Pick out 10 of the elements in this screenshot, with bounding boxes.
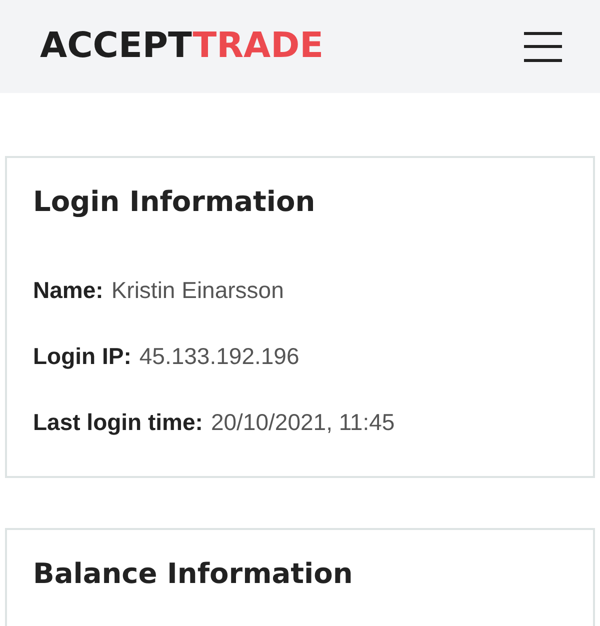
- field-label: Name:: [33, 276, 104, 305]
- card-title: Balance Information: [33, 556, 354, 592]
- field-value: 20/10/2021, 11:45: [210, 408, 395, 437]
- field-label: Login IP:: [33, 342, 132, 371]
- menu-icon[interactable]: [524, 32, 562, 62]
- field-value: 45.133.192.196: [139, 342, 300, 371]
- card-title: Login Information: [33, 184, 316, 220]
- logo[interactable]: ACCEPTTRADE: [40, 29, 324, 64]
- field-value: Kristin Einarsson: [111, 276, 284, 305]
- field-label: Last login time:: [33, 408, 203, 437]
